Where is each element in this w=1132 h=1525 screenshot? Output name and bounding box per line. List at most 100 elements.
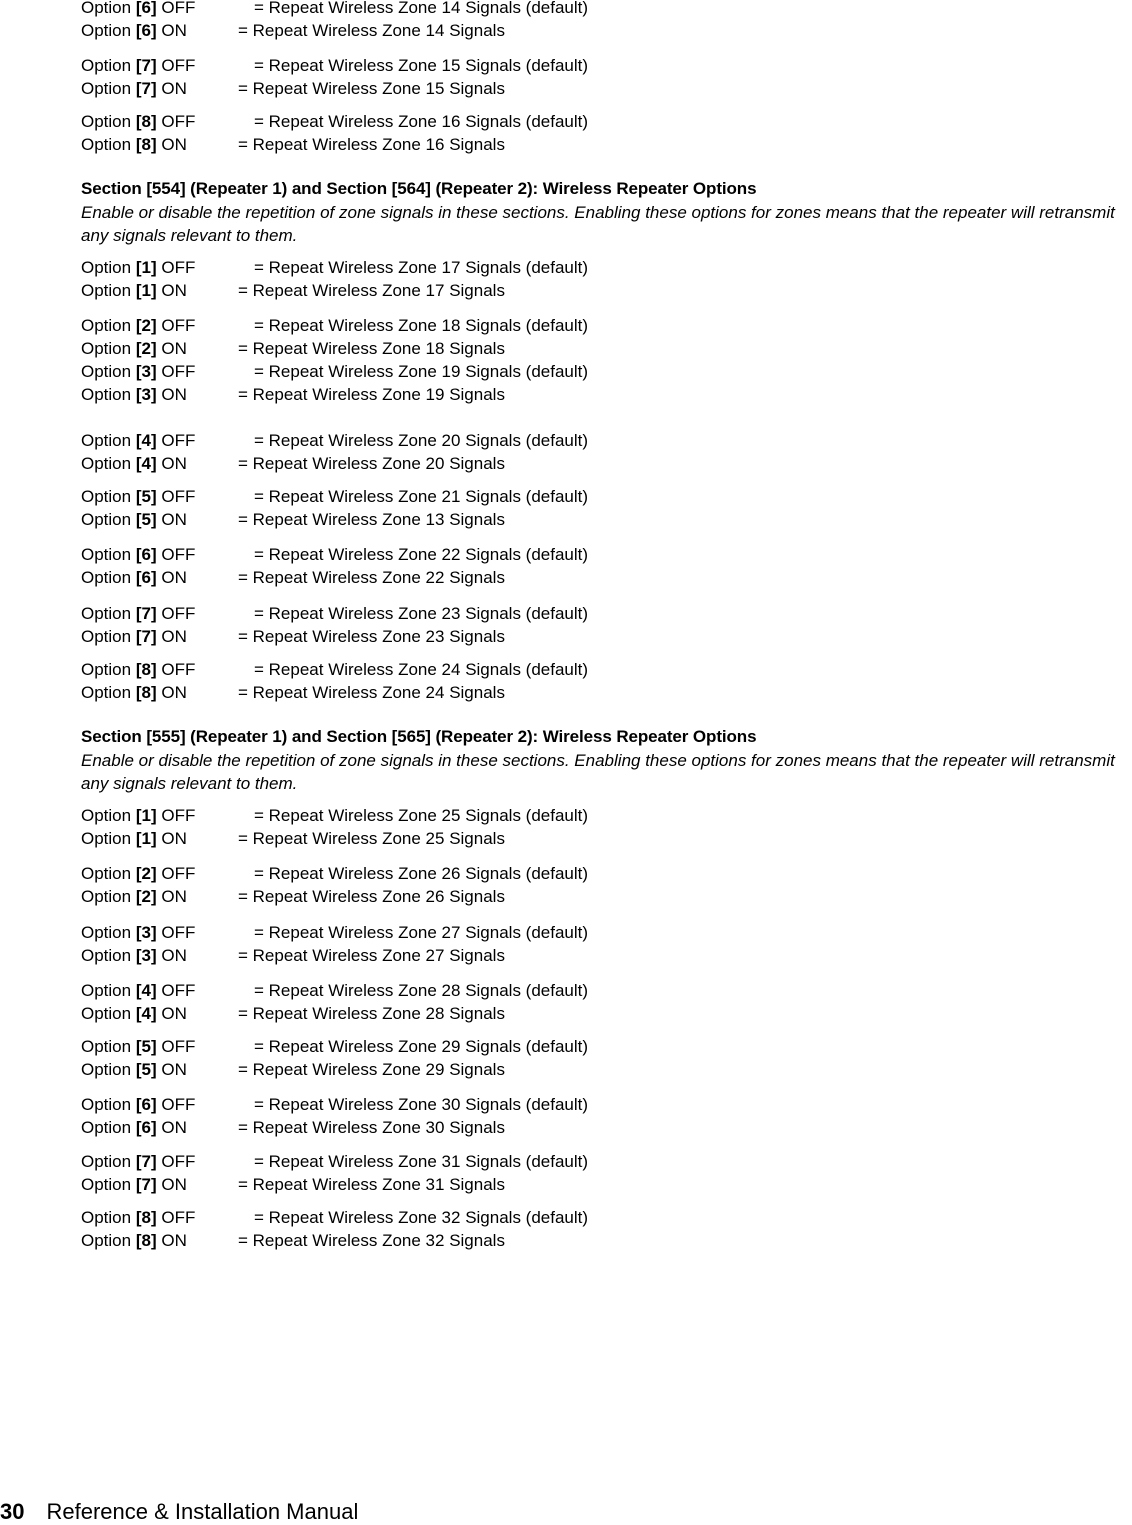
option-label: Option [8] OFF: [81, 1208, 195, 1228]
option-word: Option: [81, 864, 132, 883]
option-state: ON: [161, 135, 187, 154]
option-description: = Repeat Wireless Zone 16 Signals: [238, 135, 505, 154]
option-label: Option [4] OFF: [81, 431, 195, 451]
option-description: = Repeat Wireless Zone 15 Signals (defau…: [254, 56, 589, 75]
option-word: Option: [81, 1208, 132, 1227]
option-label: Option [2] ON: [81, 887, 187, 907]
option-label: Option [2] ON: [81, 339, 187, 359]
option-row: Option [6] ON = Repeat Wireless Zone 30 S…: [81, 1118, 505, 1138]
option-row: Option [4] OFF = Repeat Wireless Zone 28 …: [81, 981, 588, 1001]
option-word: Option: [81, 806, 132, 825]
option-row: Option [1] OFF = Repeat Wireless Zone 25 …: [81, 806, 588, 826]
option-description: = Repeat Wireless Zone 13 Signals: [238, 510, 505, 529]
option-description: = Repeat Wireless Zone 28 Signals (defau…: [254, 981, 589, 1000]
option-state: ON: [161, 829, 187, 848]
option-state: OFF: [161, 258, 196, 277]
option-number: [7]: [135, 604, 157, 623]
option-number: [4]: [135, 454, 157, 473]
option-word: Option: [81, 79, 132, 98]
option-row: Option [3] ON = Repeat Wireless Zone 27 S…: [81, 946, 505, 966]
option-state: OFF: [161, 316, 196, 335]
option-word: Option: [81, 316, 132, 335]
option-row: Option [3] OFF = Repeat Wireless Zone 27 …: [81, 923, 588, 943]
option-word: Option: [81, 627, 132, 646]
option-state: OFF: [161, 1208, 196, 1227]
option-row: Option [5] OFF = Repeat Wireless Zone 29 …: [81, 1037, 588, 1057]
option-state: OFF: [161, 1037, 196, 1056]
option-number: [2]: [135, 887, 157, 906]
option-description: = Repeat Wireless Zone 14 Signals: [238, 21, 505, 40]
option-word: Option: [81, 660, 132, 679]
option-state: OFF: [161, 1152, 196, 1171]
option-label: Option [5] ON: [81, 510, 187, 530]
option-label: Option [6] OFF: [81, 545, 195, 565]
option-description: = Repeat Wireless Zone 27 Signals (defau…: [254, 923, 589, 942]
option-row: Option [1] ON = Repeat Wireless Zone 17 S…: [81, 281, 505, 301]
option-number: [5]: [135, 510, 157, 529]
option-state: ON: [161, 1004, 187, 1023]
option-label: Option [2] OFF: [81, 316, 195, 336]
option-number: [7]: [135, 1175, 157, 1194]
option-label: Option [2] OFF: [81, 864, 195, 884]
option-label: Option [5] OFF: [81, 487, 195, 507]
option-number: [7]: [135, 627, 157, 646]
option-word: Option: [81, 510, 132, 529]
option-word: Option: [81, 0, 132, 17]
option-description: = Repeat Wireless Zone 26 Signals (defau…: [254, 864, 589, 883]
option-state: ON: [161, 510, 187, 529]
option-description: = Repeat Wireless Zone 30 Signals (defau…: [254, 1095, 589, 1114]
option-number: [3]: [135, 362, 157, 381]
option-state: OFF: [161, 923, 196, 942]
option-state: OFF: [161, 431, 196, 450]
section-554-description: Enable or disable the repetition of zone…: [81, 203, 1115, 245]
manual-title: Reference & Installation Manual: [46, 1499, 359, 1524]
option-number: [3]: [135, 946, 157, 965]
option-state: ON: [161, 454, 187, 473]
option-number: [6]: [135, 21, 157, 40]
option-description: = Repeat Wireless Zone 22 Signals (defau…: [254, 545, 589, 564]
option-row: Option [8] ON = Repeat Wireless Zone 16 S…: [81, 135, 505, 155]
option-row: Option [6] OFF = Repeat Wireless Zone 22 …: [81, 545, 588, 565]
option-description: = Repeat Wireless Zone 20 Signals (defau…: [254, 431, 589, 450]
option-word: Option: [81, 1095, 132, 1114]
option-row: Option [5] ON = Repeat Wireless Zone 29 S…: [81, 1060, 505, 1080]
option-row: Option [8] ON = Repeat Wireless Zone 32 S…: [81, 1231, 505, 1251]
option-state: OFF: [161, 487, 196, 506]
option-state: OFF: [161, 362, 196, 381]
option-description: = Repeat Wireless Zone 23 Signals: [238, 627, 505, 646]
option-label: Option [1] ON: [81, 829, 187, 849]
option-state: ON: [161, 1175, 187, 1194]
option-label: Option [6] ON: [81, 21, 187, 41]
option-word: Option: [81, 135, 132, 154]
option-state: ON: [161, 627, 187, 646]
option-state: OFF: [161, 56, 196, 75]
option-number: [8]: [135, 1208, 157, 1227]
option-word: Option: [81, 362, 132, 381]
option-description: = Repeat Wireless Zone 18 Signals (defau…: [254, 316, 589, 335]
option-row: Option [2] ON = Repeat Wireless Zone 18 S…: [81, 339, 505, 359]
option-row: Option [4] ON = Repeat Wireless Zone 20 S…: [81, 454, 505, 474]
option-description: = Repeat Wireless Zone 32 Signals (defau…: [254, 1208, 589, 1227]
option-word: Option: [81, 1004, 132, 1023]
option-word: Option: [81, 683, 132, 702]
page-number: 30: [0, 1499, 25, 1524]
option-label: Option [8] ON: [81, 683, 187, 703]
option-number: [5]: [135, 1037, 157, 1056]
option-description: = Repeat Wireless Zone 32 Signals: [238, 1231, 505, 1250]
option-label: Option [8] ON: [81, 135, 187, 155]
option-word: Option: [81, 1118, 132, 1137]
option-label: Option [4] ON: [81, 454, 187, 474]
option-label: Option [7] OFF: [81, 604, 195, 624]
option-state: ON: [161, 887, 187, 906]
option-number: [3]: [135, 923, 157, 942]
option-word: Option: [81, 568, 132, 587]
option-number: [6]: [135, 0, 157, 17]
option-row: Option [7] OFF = Repeat Wireless Zone 23 …: [81, 604, 588, 624]
option-state: OFF: [161, 545, 196, 564]
option-label: Option [3] OFF: [81, 362, 195, 382]
option-state: ON: [161, 79, 187, 98]
option-number: [2]: [135, 864, 157, 883]
option-row: Option [7] ON = Repeat Wireless Zone 15 S…: [81, 79, 505, 99]
option-description: = Repeat Wireless Zone 17 Signals (defau…: [254, 258, 589, 277]
option-word: Option: [81, 1152, 132, 1171]
